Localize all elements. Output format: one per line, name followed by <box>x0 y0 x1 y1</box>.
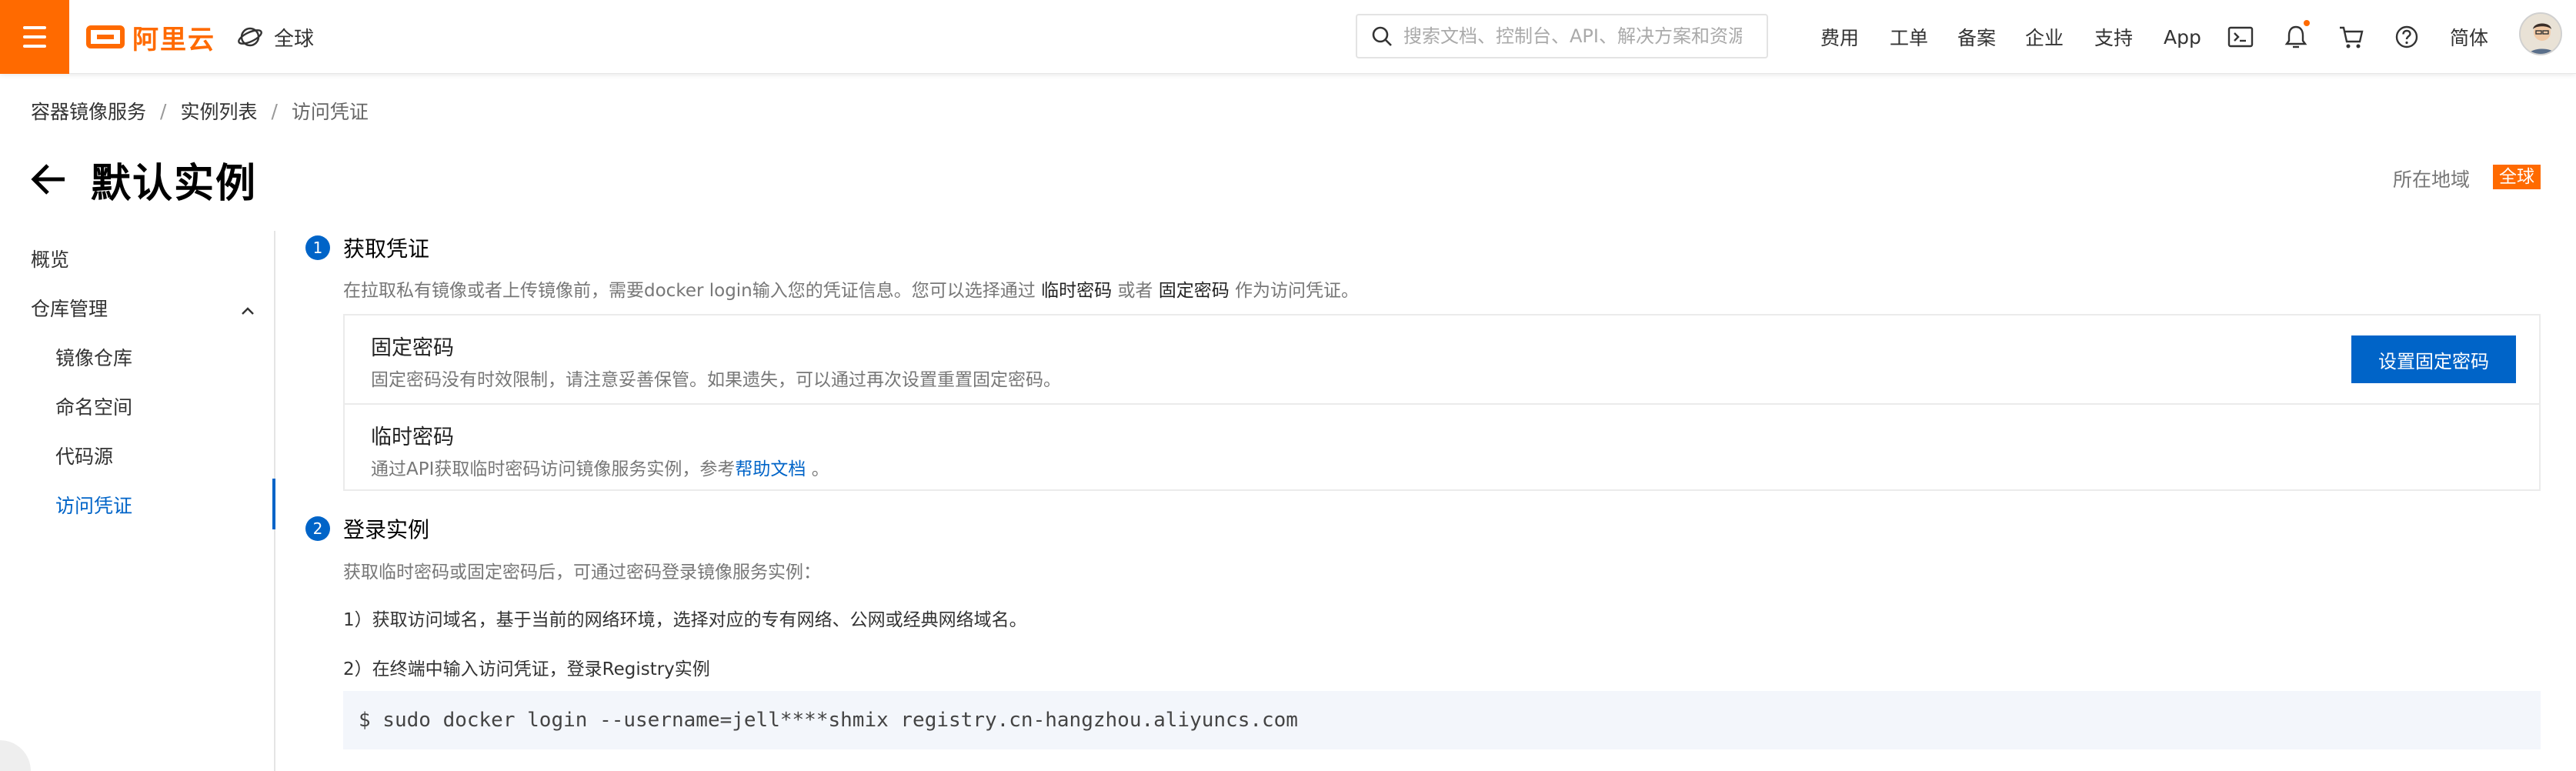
temp-password-title: 临时密码 <box>371 426 454 449</box>
terminal-icon[interactable] <box>2225 22 2256 52</box>
nav-icp[interactable]: 备案 <box>1957 20 1996 54</box>
instruction-line: 2）在终端中输入访问凭证，登录Registry实例 <box>343 659 710 679</box>
region-label: 所在地域 <box>2393 169 2471 191</box>
sidebar: 概览 仓库管理 镜像仓库 命名空间 代码源 访问凭证 <box>0 231 275 771</box>
top-navbar: 阿里云 全球 费用 工单 备案 企业 支持 App <box>0 0 2576 74</box>
desc-text: 或者 <box>1117 281 1153 301</box>
search-input[interactable] <box>1403 25 1742 47</box>
aliyun-logo[interactable]: 阿里云 <box>86 18 215 55</box>
step-number: 1 <box>305 235 330 260</box>
logo-text: 阿里云 <box>132 24 215 55</box>
breadcrumb-item[interactable]: 容器镜像服务 <box>31 97 146 125</box>
fixed-password-row: 固定密码 固定密码没有时效限制，请注意妥善保管。如果遗失，可以通过再次设置重置固… <box>345 315 2539 403</box>
breadcrumb-current: 访问凭证 <box>291 101 369 123</box>
menu-icon-line <box>23 35 46 38</box>
sidebar-item-image-repos[interactable]: 镜像仓库 <box>55 343 132 374</box>
breadcrumb-item[interactable]: 实例列表 <box>180 97 257 125</box>
avatar-icon <box>2521 14 2561 54</box>
search-icon <box>1372 26 1392 46</box>
help-icon[interactable] <box>2391 22 2422 52</box>
step-number: 2 <box>305 516 330 541</box>
instruction-line: 1）获取访问域名，基于当前的网络环境，选择对应的专有网络、公网或经典网络域名。 <box>343 610 1027 630</box>
set-fixed-password-button[interactable]: 设置固定密码 <box>2351 335 2516 383</box>
fixed-password-title: 固定密码 <box>371 336 454 360</box>
sidebar-item-access-credentials[interactable]: 访问凭证 <box>55 491 132 522</box>
page-title: 默认实例 <box>91 161 258 207</box>
desc-text: 在拉取私有镜像或者上传镜像前，需要docker login输入您的凭证信息。您可… <box>343 281 1036 301</box>
region-selector[interactable]: 全球 <box>237 20 314 54</box>
globe-icon <box>238 27 262 47</box>
step-description: 获取临时密码或固定密码后，可通过密码登录镜像服务实例： <box>343 562 821 582</box>
temp-password-desc-text: 通过API获取临时密码访问镜像服务实例，参考 <box>371 459 736 479</box>
chevron-up-icon[interactable] <box>239 302 257 320</box>
menu-icon-line <box>23 45 46 48</box>
nav-enterprise[interactable]: 企业 <box>2025 20 2064 54</box>
step-description: 在拉取私有镜像或者上传镜像前，需要docker login输入您的凭证信息。您可… <box>343 275 1359 302</box>
desc-text: 作为访问凭证。 <box>1235 281 1360 301</box>
login-command-code[interactable]: $ sudo docker login --username=jell****s… <box>343 691 2541 749</box>
region-badge: 全球 <box>2493 165 2541 189</box>
back-arrow-icon[interactable] <box>29 160 68 199</box>
breadcrumb-separator: / <box>271 99 278 122</box>
sidebar-item-namespaces[interactable]: 命名空间 <box>55 392 132 423</box>
step-title: 登录实例 <box>343 517 430 542</box>
temp-password-desc-end: 。 <box>811 459 829 479</box>
notification-dot <box>2304 20 2310 26</box>
language-switch[interactable]: 简体 <box>2450 20 2488 54</box>
region-text: 全球 <box>274 27 315 51</box>
sidebar-item-code-source[interactable]: 代码源 <box>55 442 113 472</box>
help-doc-link[interactable]: 帮助文档 <box>735 459 806 479</box>
bell-icon[interactable] <box>2281 20 2311 52</box>
desc-highlight: 临时密码 <box>1041 281 1113 301</box>
temp-password-row: 临时密码 通过API获取临时密码访问镜像服务实例，参考帮助文档 。 <box>345 403 2539 491</box>
nav-billing[interactable]: 费用 <box>1820 20 1859 54</box>
user-avatar[interactable] <box>2519 12 2562 55</box>
breadcrumb-separator: / <box>160 99 167 122</box>
desc-highlight: 固定密码 <box>1158 281 1230 301</box>
sidebar-active-indicator <box>272 479 275 529</box>
fixed-password-desc: 固定密码没有时效限制，请注意妥善保管。如果遗失，可以通过再次设置重置固定密码。 <box>371 370 1061 390</box>
sidebar-item-overview[interactable]: 概览 <box>31 245 69 275</box>
sidebar-item-repo-management[interactable]: 仓库管理 <box>31 294 108 325</box>
logo-mark-icon <box>86 25 125 48</box>
credential-card: 固定密码 固定密码没有时效限制，请注意妥善保管。如果遗失，可以通过再次设置重置固… <box>343 314 2541 491</box>
temp-password-desc: 通过API获取临时密码访问镜像服务实例，参考帮助文档 。 <box>371 454 829 480</box>
step-title: 获取凭证 <box>343 236 430 262</box>
global-search[interactable] <box>1356 14 1768 58</box>
cart-icon[interactable] <box>2336 22 2367 52</box>
nav-ticket[interactable]: 工单 <box>1890 20 1928 54</box>
nav-app[interactable]: App <box>2164 20 2201 54</box>
nav-support[interactable]: 支持 <box>2094 20 2133 54</box>
menu-icon-line <box>23 26 46 29</box>
breadcrumb: 容器镜像服务 / 实例列表 / 访问凭证 <box>31 97 369 125</box>
hamburger-menu-button[interactable] <box>0 0 69 74</box>
